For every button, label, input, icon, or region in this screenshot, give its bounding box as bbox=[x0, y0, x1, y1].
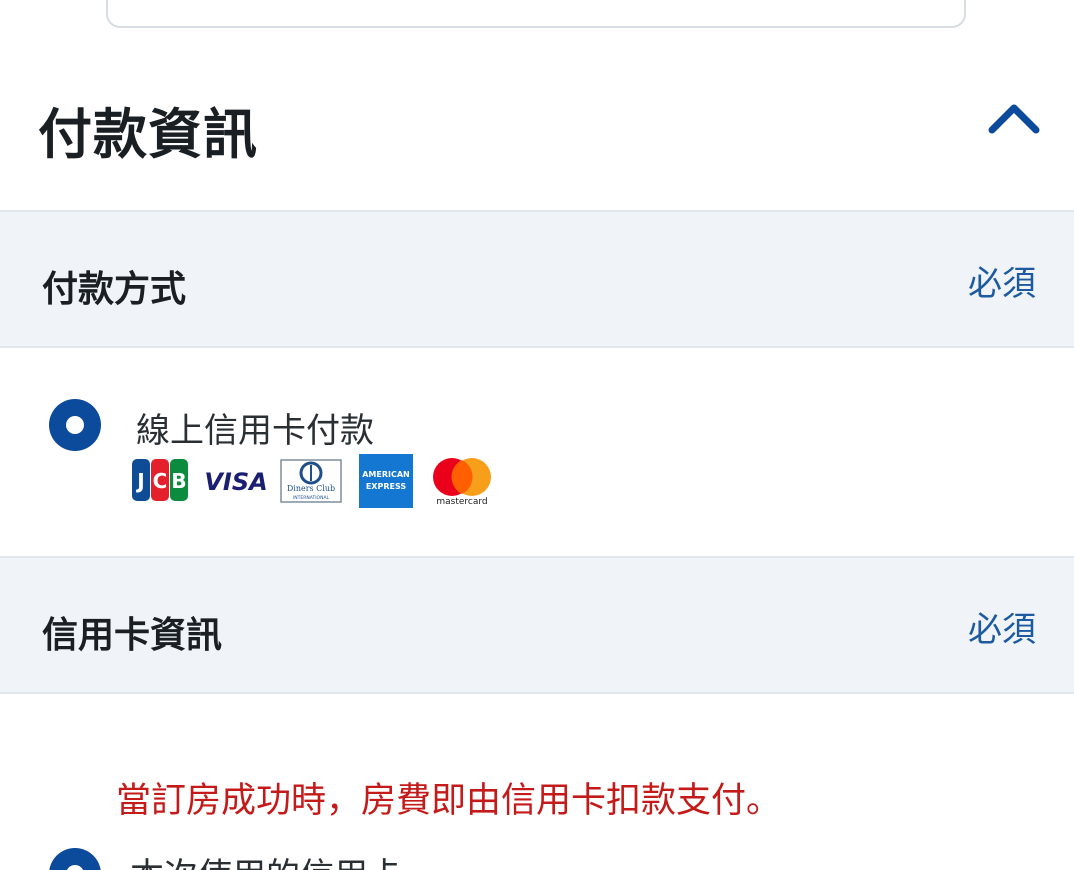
required-badge: 必須 bbox=[968, 610, 1036, 650]
payment-section-header[interactable]: 付款資訊 bbox=[0, 60, 1074, 210]
credit-card-info-header: 信用卡資訊 必須 bbox=[0, 556, 1074, 694]
svg-text:AMERICAN: AMERICAN bbox=[362, 470, 410, 479]
jcb-logo: J C B bbox=[132, 457, 188, 507]
amex-logo: AMERICAN EXPRESS bbox=[358, 453, 414, 513]
svg-text:C: C bbox=[153, 469, 168, 493]
mastercard-logo: mastercard bbox=[430, 455, 494, 511]
credit-card-info-label: 信用卡資訊 bbox=[42, 615, 223, 656]
visa-logo: VISA bbox=[204, 465, 268, 501]
chevron-up-icon[interactable] bbox=[982, 88, 1046, 152]
option-label-use-this-card: 本次使用的信用卡 bbox=[130, 848, 402, 870]
radio-use-this-card[interactable] bbox=[49, 848, 101, 870]
svg-text:J: J bbox=[135, 469, 144, 493]
svg-text:EXPRESS: EXPRESS bbox=[366, 482, 407, 491]
svg-text:INTERNATIONAL: INTERNATIONAL bbox=[293, 495, 330, 501]
payment-method-header: 付款方式 必須 bbox=[0, 210, 1074, 348]
previous-input-field[interactable] bbox=[106, 0, 966, 28]
charge-notice: 當訂房成功時，房費即由信用卡扣款支付。 bbox=[116, 781, 782, 821]
diners-club-logo: Diners Club INTERNATIONAL bbox=[280, 459, 342, 507]
svg-text:B: B bbox=[171, 469, 186, 493]
radio-online-credit-card[interactable] bbox=[49, 399, 101, 451]
svg-text:VISA: VISA bbox=[204, 468, 267, 496]
required-badge: 必須 bbox=[968, 264, 1036, 304]
svg-text:mastercard: mastercard bbox=[436, 497, 487, 507]
payment-method-label: 付款方式 bbox=[42, 269, 187, 310]
section-title: 付款資訊 bbox=[38, 103, 258, 166]
booking-page: 付款資訊 付款方式 必須 線上信用卡付款 J C B VISA Diners C… bbox=[0, 0, 1074, 870]
option-label-online-credit-card: 線上信用卡付款 bbox=[136, 411, 374, 451]
svg-text:Diners Club: Diners Club bbox=[287, 484, 335, 493]
